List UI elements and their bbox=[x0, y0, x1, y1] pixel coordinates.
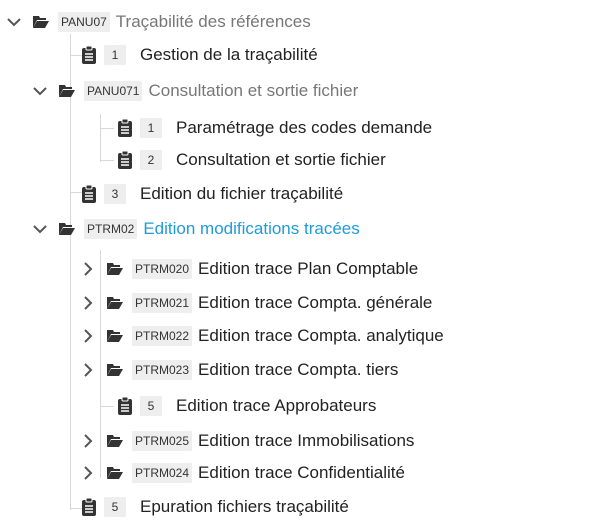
folder-open-icon bbox=[106, 290, 124, 316]
chevron-right-icon[interactable] bbox=[80, 357, 96, 383]
node-label: Edition trace Plan Comptable bbox=[198, 259, 419, 278]
item-number: 5 bbox=[104, 497, 126, 517]
item-label: Gestion de la traçabilité bbox=[140, 45, 318, 64]
chevron-right-icon[interactable] bbox=[80, 256, 96, 282]
tree-node-ptrm021[interactable]: PTRM021 Edition trace Compta. générale bbox=[80, 290, 432, 316]
clipboard-icon bbox=[116, 115, 134, 141]
folder-open-icon bbox=[106, 460, 124, 486]
tree-connector bbox=[70, 34, 71, 510]
menu-tree: PANU07 Traçabilité des références 1 Gest… bbox=[0, 0, 592, 520]
chevron-right-icon[interactable] bbox=[80, 460, 96, 486]
item-label: Consultation et sortie fichier bbox=[176, 150, 386, 169]
tree-item-consultation-sortie[interactable]: 2 Consultation et sortie fichier bbox=[116, 147, 386, 173]
tree-node-panu071[interactable]: PANU071 Consultation et sortie fichier bbox=[32, 78, 358, 104]
folder-open-icon bbox=[106, 256, 124, 282]
tree-item-edition-approbateurs[interactable]: 5 Edition trace Approbateurs bbox=[116, 393, 376, 419]
node-label: Edition trace Immobilisations bbox=[198, 431, 415, 450]
item-number: 3 bbox=[104, 184, 126, 204]
tree-connector bbox=[100, 114, 101, 162]
tree-node-ptrm020[interactable]: PTRM020 Edition trace Plan Comptable bbox=[80, 256, 418, 282]
node-code: PTRM022 bbox=[132, 326, 193, 346]
chevron-down-icon[interactable] bbox=[32, 78, 48, 104]
tree-connector bbox=[100, 128, 114, 129]
item-label: Paramétrage des codes demande bbox=[176, 118, 433, 137]
tree-item-epuration-fichiers[interactable]: 5 Epuration fichiers traçabilité bbox=[80, 494, 349, 520]
node-code: PTRM02 bbox=[84, 219, 138, 239]
node-label: Edition trace Compta. générale bbox=[198, 293, 433, 312]
node-code: PTRM021 bbox=[132, 293, 193, 313]
node-code: PTRM023 bbox=[132, 360, 193, 380]
folder-open-icon bbox=[106, 323, 124, 349]
chevron-right-icon[interactable] bbox=[80, 428, 96, 454]
item-label: Epuration fichiers traçabilité bbox=[140, 497, 349, 516]
item-label: Edition trace Approbateurs bbox=[176, 396, 377, 415]
tree-node-ptrm023[interactable]: PTRM023 Edition trace Compta. tiers bbox=[80, 357, 398, 383]
item-number: 2 bbox=[140, 150, 162, 170]
clipboard-icon bbox=[116, 147, 134, 173]
tree-connector bbox=[100, 406, 114, 407]
chevron-down-icon[interactable] bbox=[32, 216, 48, 242]
tree-node-ptrm024[interactable]: PTRM024 Edition trace Confidentialité bbox=[80, 460, 405, 486]
folder-open-icon bbox=[58, 78, 76, 104]
clipboard-icon bbox=[80, 42, 98, 68]
chevron-down-icon[interactable] bbox=[6, 9, 22, 35]
node-label: Edition trace Compta. tiers bbox=[198, 360, 399, 379]
folder-open-icon bbox=[32, 9, 50, 35]
item-number: 5 bbox=[140, 396, 162, 416]
item-number: 1 bbox=[140, 118, 162, 138]
item-number: 1 bbox=[104, 45, 126, 65]
tree-connector bbox=[100, 160, 114, 161]
tree-item-gestion-tracabilite[interactable]: 1 Gestion de la traçabilité bbox=[80, 42, 318, 68]
node-code: PANU07 bbox=[58, 12, 110, 32]
tree-item-edition-fichier[interactable]: 3 Edition du fichier traçabilité bbox=[80, 181, 343, 207]
chevron-right-icon[interactable] bbox=[80, 290, 96, 316]
tree-node-panu07[interactable]: PANU07 Traçabilité des références bbox=[6, 9, 311, 35]
node-code: PTRM024 bbox=[132, 463, 193, 483]
folder-open-icon bbox=[58, 216, 76, 242]
tree-node-ptrm022[interactable]: PTRM022 Edition trace Compta. analytique bbox=[80, 323, 444, 349]
folder-open-icon bbox=[106, 428, 124, 454]
folder-open-icon bbox=[106, 357, 124, 383]
clipboard-icon bbox=[80, 494, 98, 520]
tree-node-ptrm025[interactable]: PTRM025 Edition trace Immobilisations bbox=[80, 428, 414, 454]
node-code: PANU071 bbox=[84, 81, 143, 101]
node-label: Consultation et sortie fichier bbox=[148, 81, 359, 100]
node-code: PTRM020 bbox=[132, 259, 193, 279]
clipboard-icon bbox=[80, 181, 98, 207]
node-code: PTRM025 bbox=[132, 431, 193, 451]
node-label: Traçabilité des références bbox=[115, 12, 311, 31]
node-label: Edition modifications tracées bbox=[143, 219, 360, 238]
node-label: Edition trace Confidentialité bbox=[198, 463, 405, 482]
item-label: Edition du fichier traçabilité bbox=[140, 184, 344, 203]
node-label: Edition trace Compta. analytique bbox=[198, 326, 444, 345]
tree-item-parametrage-codes[interactable]: 1 Paramétrage des codes demande bbox=[116, 115, 432, 141]
tree-node-ptrm02[interactable]: PTRM02 Edition modifications tracées bbox=[32, 216, 360, 242]
clipboard-icon bbox=[116, 393, 134, 419]
chevron-right-icon[interactable] bbox=[80, 323, 96, 349]
